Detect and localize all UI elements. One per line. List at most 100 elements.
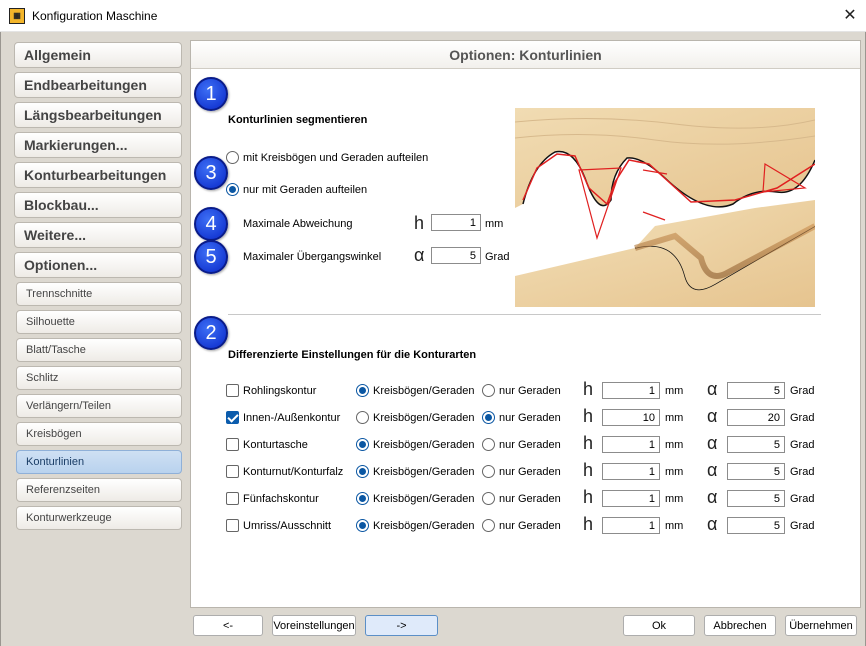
ok-button[interactable]: Ok [623,615,695,636]
diff-row-h-unit: mm [665,493,684,505]
diff-row-name: Konturnut/Konturfalz [243,466,344,478]
diff-row-radio-lines[interactable] [482,519,495,532]
nav-markierungen[interactable]: Markierungen... [14,132,182,158]
diff-row-alpha-input[interactable] [727,436,785,453]
diff-row-h-input[interactable] [602,463,660,480]
section-divider [228,314,821,315]
window-title: Konfiguration Maschine [32,9,158,23]
nav-sub-blatt-tasche[interactable]: Blatt/Tasche [16,338,182,362]
nav-sub-referenzseiten[interactable]: Referenzseiten [16,478,182,502]
diff-row-alpha-input[interactable] [727,517,785,534]
diff-row-checkbox[interactable] [226,465,239,478]
max-angle-input[interactable] [431,247,481,264]
diff-row-lines-label: nur Geraden [499,385,561,397]
diff-row-h-input[interactable] [602,490,660,507]
diff-row-name: Rohlingskontur [243,385,317,397]
diff-row-alpha-unit: Grad [790,385,815,397]
apply-button[interactable]: Übernehmen [785,615,857,636]
diff-row-radio-arcs[interactable] [356,438,369,451]
nav-allgemein[interactable]: Allgemein [14,42,182,68]
step-badge-4: 4 [194,207,228,241]
diff-row-radio-arcs[interactable] [356,492,369,505]
cancel-button[interactable]: Abbrechen [704,615,776,636]
diff-row-alpha-symbol: α [707,487,718,507]
diff-row-arcs-label: Kreisbögen/Geraden [373,439,475,451]
diff-row-h-input[interactable] [602,409,660,426]
nav-konturbearbeitungen[interactable]: Konturbearbeitungen [14,162,182,188]
diff-row-radio-lines[interactable] [482,438,495,451]
diff-row-alpha-unit: Grad [790,493,815,505]
diff-row-lines-label: nur Geraden [499,439,561,451]
nav-blockbau[interactable]: Blockbau... [14,192,182,218]
diff-row-name: Konturtasche [243,439,308,451]
diff-row-lines-label: nur Geraden [499,412,561,424]
nav-optionen[interactable]: Optionen... [14,252,182,278]
nav-laengsbearbeitungen[interactable]: Längsbearbeitungen [14,102,182,128]
diff-row-name: Fünfachskontur [243,493,319,505]
max-deviation-unit: mm [485,218,504,230]
diff-row-alpha-unit: Grad [790,466,815,478]
step-badge-2: 2 [194,316,228,350]
radio-segment-arcs-label: mit Kreisbögen und Geraden aufteilen [243,152,429,164]
app-logo-icon: ▦ [9,8,25,24]
back-button[interactable]: <- [193,615,263,636]
diff-row-arcs-label: Kreisbögen/Geraden [373,385,475,397]
diff-row-name: Innen-/Außenkontur [243,412,341,424]
diff-row-alpha-unit: Grad [790,412,815,424]
diff-row-h-unit: mm [665,520,684,532]
nav-sub-konturwerkzeuge[interactable]: Konturwerkzeuge [16,506,182,530]
diff-row-h-input[interactable] [602,382,660,399]
diff-row-h-input[interactable] [602,436,660,453]
diff-row-radio-lines[interactable] [482,492,495,505]
diff-row-h-unit: mm [665,439,684,451]
next-button[interactable]: -> [365,615,438,636]
diff-row-arcs-label: Kreisbögen/Geraden [373,493,475,505]
diff-row-alpha-input[interactable] [727,409,785,426]
diff-row-radio-arcs[interactable] [356,384,369,397]
defaults-button[interactable]: Voreinstellungen [272,615,356,636]
radio-segment-arcs[interactable] [226,151,239,164]
diff-row-radio-lines[interactable] [482,384,495,397]
h-symbol: h [414,213,425,233]
diff-row-lines-label: nur Geraden [499,493,561,505]
diff-row-radio-lines[interactable] [482,465,495,478]
diff-row-alpha-symbol: α [707,406,718,426]
max-angle-label: Maximaler Übergangswinkel [243,251,382,263]
diff-row-checkbox[interactable] [226,384,239,397]
radio-segment-lines[interactable] [226,183,239,196]
diff-row-radio-arcs[interactable] [356,411,369,424]
contour-illustration [515,108,815,307]
diff-row-checkbox[interactable] [226,492,239,505]
diff-row-arcs-label: Kreisbögen/Geraden [373,466,475,478]
segment-heading: Konturlinien segmentieren [228,114,368,126]
diff-row-checkbox[interactable] [226,438,239,451]
nav-sub-trennschnitte[interactable]: Trennschnitte [16,282,182,306]
nav-weitere[interactable]: Weitere... [14,222,182,248]
diff-row-alpha-symbol: α [707,379,718,399]
diff-row-lines-label: nur Geraden [499,466,561,478]
nav-sub-schlitz[interactable]: Schlitz [16,366,182,390]
diff-row-lines-label: nur Geraden [499,520,561,532]
diff-row-checkbox[interactable] [226,411,239,424]
nav-sub-silhouette[interactable]: Silhouette [16,310,182,334]
max-deviation-input[interactable] [431,214,481,231]
close-icon[interactable]: ✕ [838,4,862,28]
nav-sub-kreisboegen[interactable]: Kreisbögen [16,422,182,446]
diff-row-alpha-input[interactable] [727,463,785,480]
diff-row-arcs-label: Kreisbögen/Geraden [373,520,475,532]
diff-row-alpha-input[interactable] [727,382,785,399]
diff-row-radio-arcs[interactable] [356,519,369,532]
diff-row-radio-lines[interactable] [482,411,495,424]
nav-sub-konturlinien[interactable]: Konturlinien [16,450,182,474]
diff-row-alpha-unit: Grad [790,439,815,451]
diff-row-alpha-input[interactable] [727,490,785,507]
nav-endbearbeitungen[interactable]: Endbearbeitungen [14,72,182,98]
step-badge-1: 1 [194,77,228,111]
diff-row-h-input[interactable] [602,517,660,534]
diff-row-h-symbol: h [583,460,594,480]
max-angle-unit: Grad [485,251,510,263]
diff-row-radio-arcs[interactable] [356,465,369,478]
diff-row-checkbox[interactable] [226,519,239,532]
diff-row-alpha-symbol: α [707,433,718,453]
nav-sub-verlaengern-teilen[interactable]: Verlängern/Teilen [16,394,182,418]
